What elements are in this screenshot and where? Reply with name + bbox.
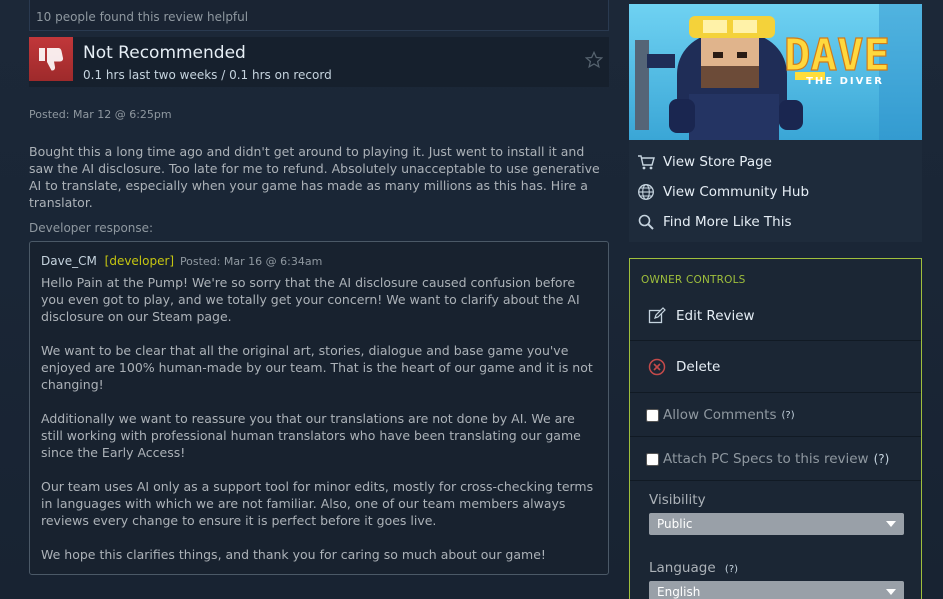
owner-controls-panel: OWNER CONTROLS Edit Review Delete Allow … — [629, 258, 922, 599]
find-more-like-this-label: Find More Like This — [663, 214, 792, 230]
find-more-like-this-link[interactable]: Find More Like This — [637, 211, 792, 233]
visibility-select[interactable]: Public — [649, 513, 904, 535]
view-community-hub-link[interactable]: View Community Hub — [637, 181, 809, 203]
review-posted-date: Posted: Mar 12 @ 6:25pm — [29, 108, 172, 121]
owner-controls-title: OWNER CONTROLS — [641, 274, 746, 286]
view-store-page-label: View Store Page — [663, 154, 772, 170]
delete-review-button[interactable]: Delete — [630, 342, 921, 393]
attach-pc-specs-label[interactable]: Attach PC Specs to this review — [663, 451, 869, 467]
caret-down-icon — [886, 521, 896, 527]
developer-paragraph: Hello Pain at the Pump! We're so sorry t… — [41, 275, 580, 324]
language-label-text: Language — [649, 560, 716, 576]
cart-icon — [638, 155, 655, 170]
allow-comments-row: Allow Comments (?) — [630, 394, 921, 437]
attach-pc-specs-row: Attach PC Specs to this review (?) — [630, 438, 921, 481]
view-store-page-link[interactable]: View Store Page — [637, 151, 772, 173]
developer-response: Dave_CM [developer] Posted: Mar 16 @ 6:3… — [29, 241, 609, 575]
delete-icon — [648, 358, 666, 376]
developer-posted-date: Posted: Mar 16 @ 6:34am — [179, 255, 323, 268]
game-logo-title: DAVE — [784, 30, 890, 81]
recommendation-header: Not Recommended 0.1 hrs last two weeks /… — [29, 37, 609, 87]
visibility-label: Visibility — [649, 492, 706, 508]
developer-paragraph: Additionally we want to reassure you tha… — [41, 411, 581, 460]
game-panel: DAVE THE DIVER View Store Page View Comm… — [629, 4, 922, 242]
edit-review-button[interactable]: Edit Review — [630, 291, 921, 341]
developer-name[interactable]: Dave_CM — [41, 254, 97, 268]
developer-paragraph: We want to be clear that all the origina… — [41, 343, 593, 392]
language-label: Language (?) — [649, 560, 738, 576]
edit-icon — [648, 306, 666, 323]
visibility-value: Public — [657, 517, 693, 531]
game-logo-subtitle: THE DIVER — [806, 76, 884, 87]
helpful-count: 10 people found this review helpful — [29, 0, 609, 31]
hours-played: 0.1 hrs last two weeks / 0.1 hrs on reco… — [83, 68, 332, 82]
attach-pc-specs-help[interactable]: (?) — [874, 452, 890, 466]
search-icon — [638, 214, 654, 230]
star-icon[interactable] — [585, 51, 603, 69]
allow-comments-help[interactable]: (?) — [782, 410, 795, 421]
edit-review-label: Edit Review — [676, 307, 755, 324]
thumbs-down-icon — [29, 37, 73, 81]
allow-comments-label[interactable]: Allow Comments — [663, 407, 777, 423]
caret-down-icon — [886, 589, 896, 595]
delete-review-label: Delete — [676, 359, 721, 375]
review-column: 10 people found this review helpful Not … — [29, 0, 609, 575]
recommendation-title: Not Recommended — [83, 43, 246, 63]
language-help[interactable]: (?) — [725, 564, 738, 575]
language-select[interactable]: English — [649, 581, 904, 599]
game-capsule-image[interactable]: DAVE THE DIVER — [629, 4, 922, 140]
developer-response-header: Dave_CM [developer] Posted: Mar 16 @ 6:3… — [41, 254, 597, 268]
globe-icon — [638, 184, 654, 200]
allow-comments-checkbox[interactable] — [646, 408, 659, 422]
attach-pc-specs-checkbox[interactable] — [646, 452, 659, 466]
developer-response-label: Developer response: — [29, 221, 154, 235]
developer-paragraph: We hope this clarifies things, and thank… — [41, 547, 546, 562]
language-value: English — [657, 585, 701, 599]
view-community-hub-label: View Community Hub — [663, 184, 810, 200]
developer-paragraph: Our team uses AI only as a support tool … — [41, 479, 594, 528]
review-body: Bought this a long time ago and didn't g… — [29, 144, 600, 210]
developer-tag: [developer] — [104, 254, 175, 268]
